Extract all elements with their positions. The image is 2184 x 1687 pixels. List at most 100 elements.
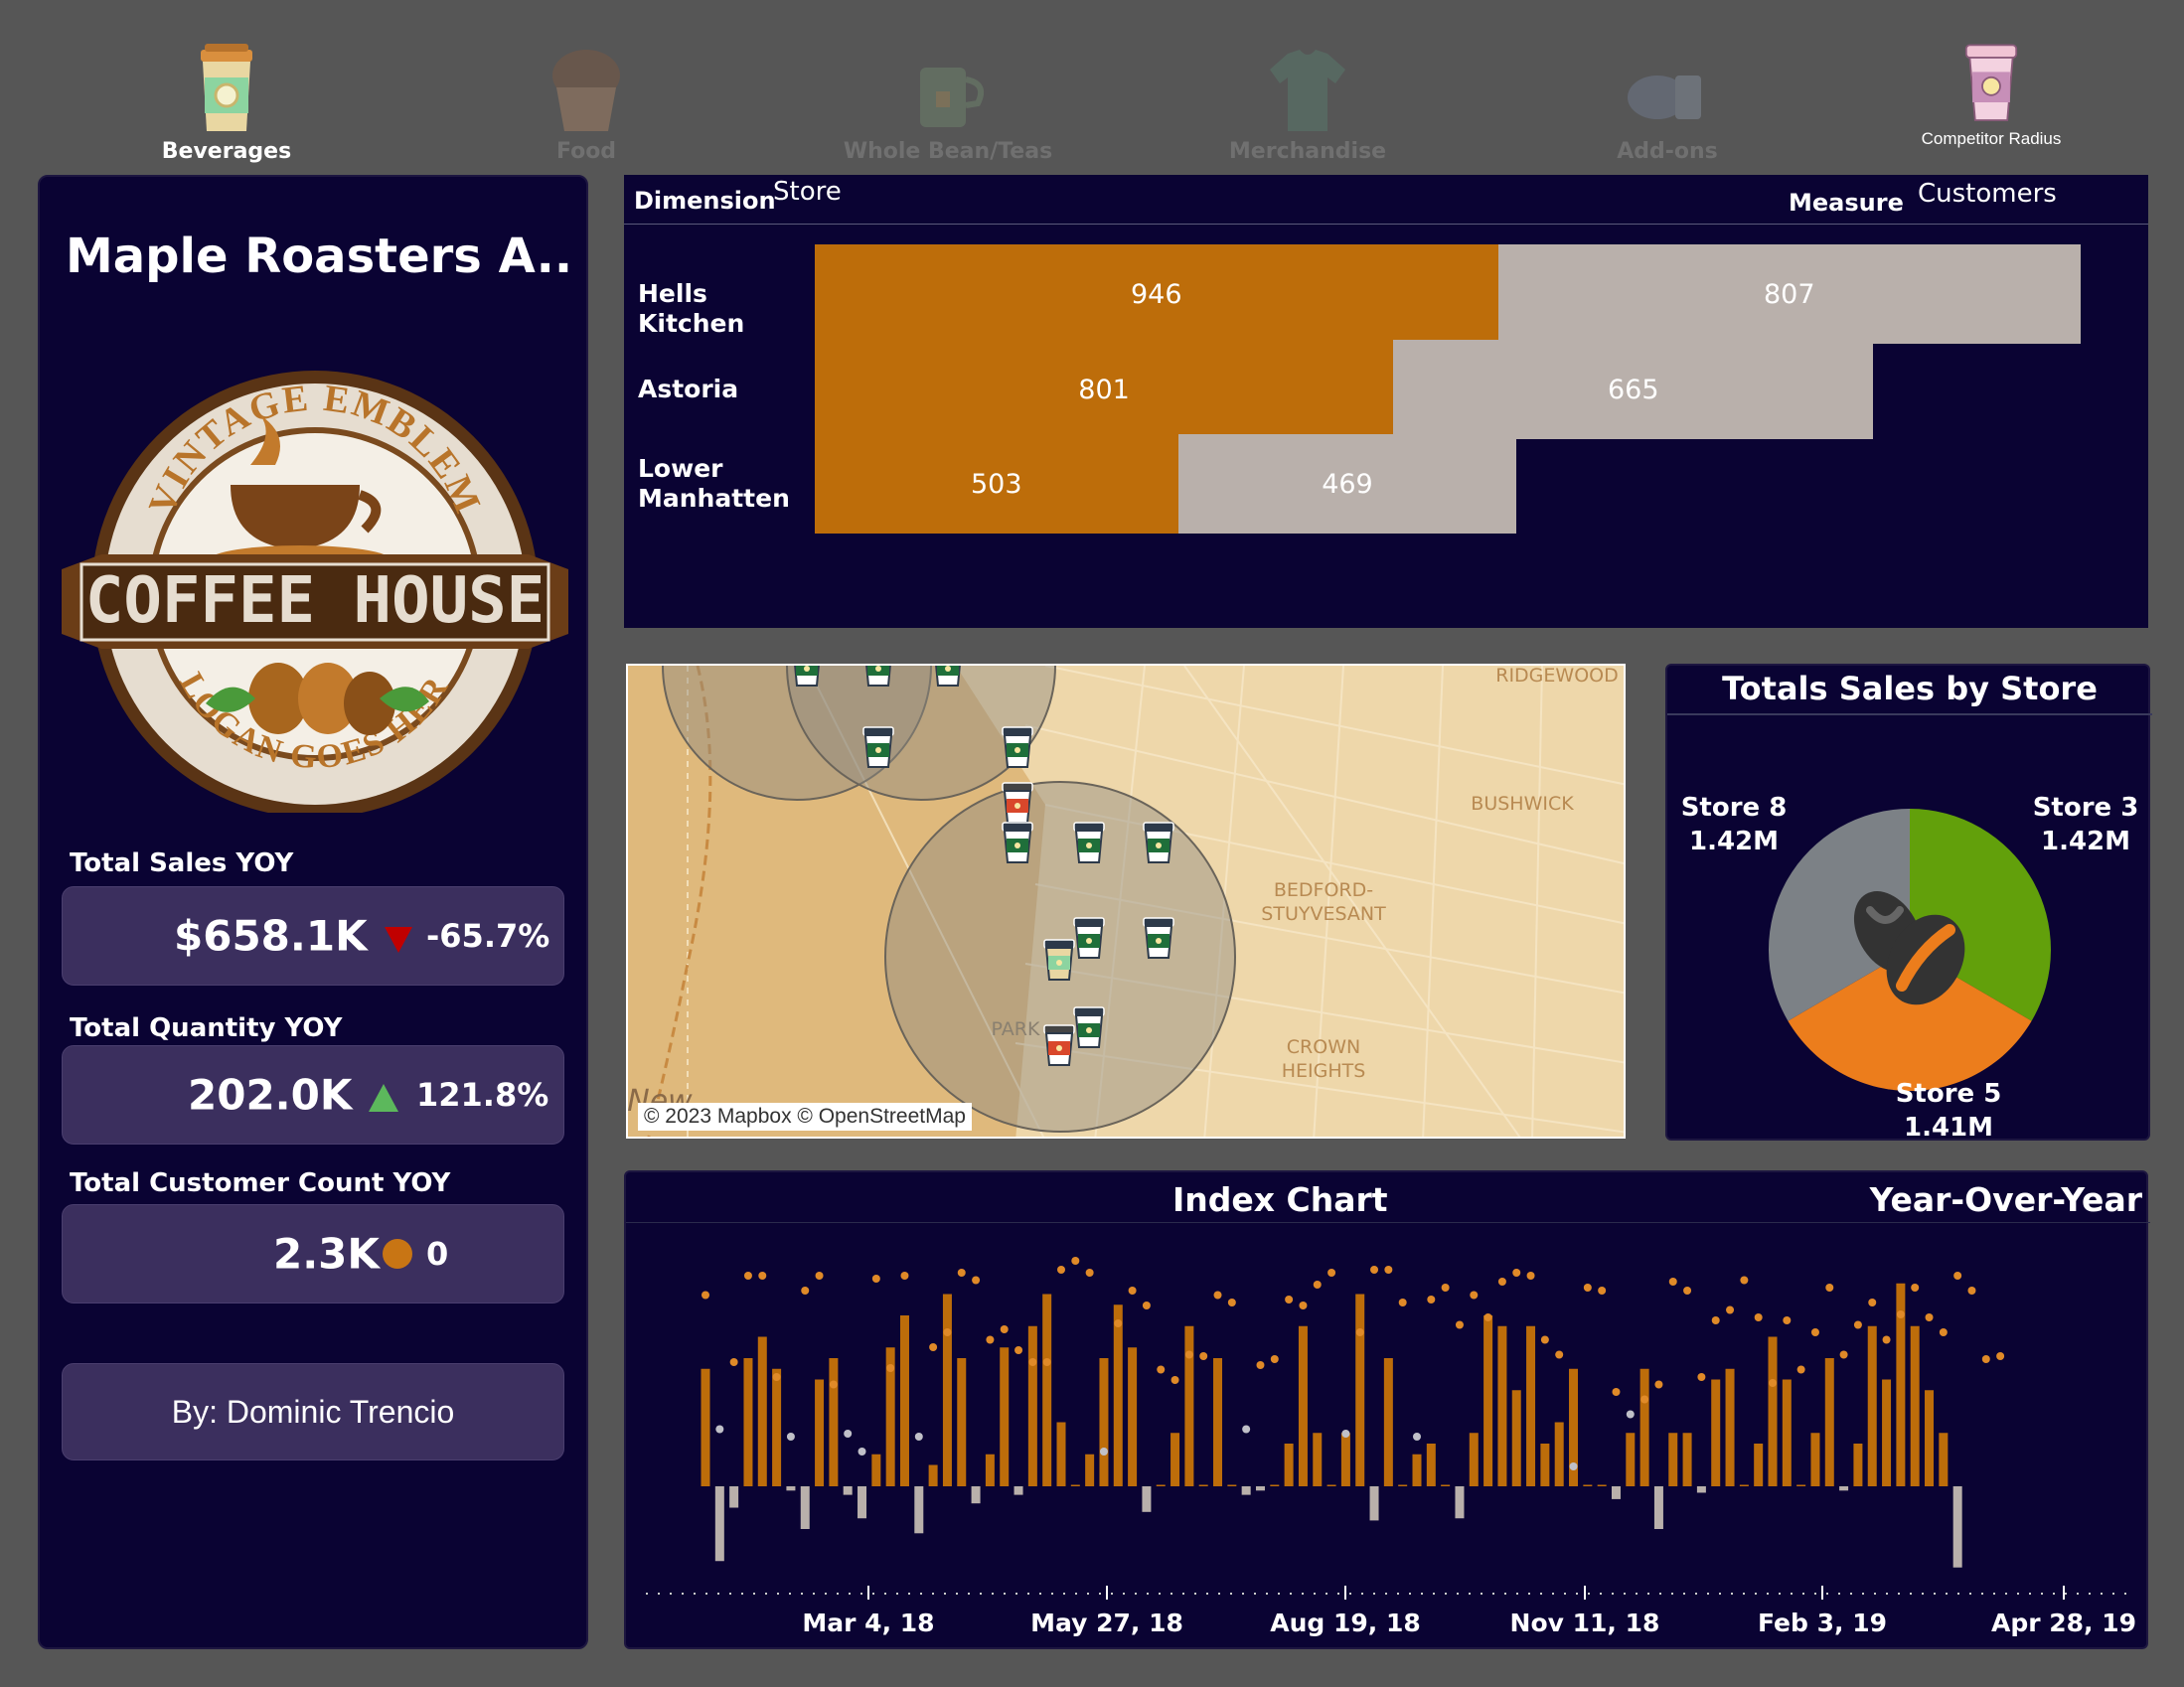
- index-bar[interactable]: [1398, 1484, 1408, 1487]
- index-bar[interactable]: [1426, 1444, 1436, 1486]
- index-bar[interactable]: [1227, 1484, 1237, 1487]
- index-bar[interactable]: [1383, 1358, 1393, 1486]
- index-bar[interactable]: [1000, 1347, 1010, 1486]
- coffee-pin-icon[interactable]: [863, 666, 893, 687]
- index-bar[interactable]: [1725, 1368, 1735, 1486]
- index-bar[interactable]: [1597, 1484, 1607, 1487]
- index-bar[interactable]: [1455, 1486, 1465, 1519]
- index-bar[interactable]: [1511, 1390, 1521, 1486]
- nav-item-add-ons[interactable]: Add-ons: [1518, 40, 1816, 169]
- bar-segment[interactable]: 946: [815, 244, 1498, 344]
- nav-item-beverages[interactable]: Beverages: [78, 40, 376, 169]
- index-bar[interactable]: [1910, 1325, 1920, 1486]
- index-bar[interactable]: [985, 1454, 995, 1486]
- index-bar[interactable]: [1340, 1433, 1350, 1486]
- coffee-pin-icon[interactable]: [1002, 726, 1033, 768]
- index-bar[interactable]: [1739, 1484, 1749, 1487]
- coffee-pin-icon[interactable]: [1043, 939, 1075, 981]
- index-bar[interactable]: [1255, 1486, 1265, 1491]
- index-bar[interactable]: [1824, 1358, 1834, 1486]
- index-bar[interactable]: [1952, 1486, 1962, 1568]
- bar-segment[interactable]: 469: [1177, 434, 1517, 534]
- index-bar[interactable]: [1270, 1484, 1280, 1487]
- index-bar[interactable]: [942, 1294, 952, 1487]
- index-bar[interactable]: [1241, 1486, 1251, 1495]
- index-bar[interactable]: [1696, 1486, 1706, 1493]
- index-bar[interactable]: [1014, 1486, 1023, 1495]
- coffee-pin-icon[interactable]: [933, 666, 963, 687]
- index-bar[interactable]: [729, 1486, 739, 1508]
- coffee-pin-icon[interactable]: [1043, 1024, 1075, 1066]
- index-bar[interactable]: [899, 1315, 909, 1486]
- index-bar[interactable]: [1156, 1484, 1166, 1487]
- index-bar[interactable]: [1042, 1294, 1052, 1487]
- index-bar[interactable]: [1085, 1454, 1095, 1486]
- index-bar[interactable]: [1554, 1422, 1564, 1487]
- index-bar[interactable]: [1142, 1486, 1152, 1512]
- coffee-pin-icon[interactable]: [1143, 917, 1174, 959]
- nav-item-food[interactable]: Food: [437, 40, 735, 169]
- index-bar[interactable]: [1483, 1315, 1493, 1486]
- index-bar[interactable]: [1682, 1433, 1692, 1486]
- index-bar[interactable]: [1939, 1433, 1949, 1486]
- bar-segment[interactable]: 807: [1497, 244, 2081, 344]
- index-bar[interactable]: [1711, 1379, 1721, 1487]
- nav-item-whole-bean-teas[interactable]: Whole Bean/Teas: [799, 40, 1097, 169]
- coffee-pin-icon[interactable]: [792, 666, 822, 687]
- coffee-pin-icon[interactable]: [1143, 822, 1174, 863]
- bar-segment[interactable]: 665: [1393, 340, 1874, 439]
- index-bar[interactable]: [1583, 1484, 1593, 1487]
- index-bar[interactable]: [1653, 1486, 1663, 1529]
- index-bar[interactable]: [1882, 1379, 1892, 1487]
- index-bar[interactable]: [843, 1486, 853, 1495]
- index-bar[interactable]: [1540, 1444, 1550, 1486]
- index-bar[interactable]: [858, 1486, 867, 1519]
- index-bar[interactable]: [829, 1358, 839, 1486]
- index-bar[interactable]: [1639, 1368, 1649, 1486]
- bar-segment[interactable]: 503: [815, 434, 1178, 534]
- bar-segment[interactable]: 801: [815, 340, 1394, 439]
- index-bar[interactable]: [786, 1486, 796, 1491]
- index-bar[interactable]: [1497, 1325, 1507, 1486]
- index-bar[interactable]: [928, 1464, 938, 1487]
- index-bar[interactable]: [1298, 1325, 1308, 1486]
- competitor-map[interactable]: RIDGEWOOD BUSHWICK BEDFORD- STUYVESANT C…: [626, 664, 1626, 1139]
- index-bar[interactable]: [1782, 1379, 1792, 1487]
- index-bar[interactable]: [757, 1336, 767, 1487]
- index-bar[interactable]: [1128, 1347, 1138, 1486]
- index-bar[interactable]: [1810, 1433, 1820, 1486]
- index-bar[interactable]: [971, 1486, 981, 1504]
- index-bar[interactable]: [1526, 1325, 1536, 1486]
- index-bar[interactable]: [1441, 1484, 1451, 1487]
- index-bar[interactable]: [1611, 1486, 1621, 1499]
- index-bar[interactable]: [1355, 1294, 1365, 1487]
- index-bar[interactable]: [1198, 1484, 1208, 1487]
- index-bar[interactable]: [1369, 1486, 1379, 1521]
- index-bar[interactable]: [1853, 1444, 1863, 1486]
- index-bar[interactable]: [815, 1379, 825, 1487]
- index-bar[interactable]: [1668, 1433, 1678, 1486]
- index-bar[interactable]: [1099, 1358, 1109, 1486]
- index-bar[interactable]: [701, 1368, 710, 1486]
- index-bar[interactable]: [1768, 1336, 1778, 1487]
- index-bar[interactable]: [957, 1358, 967, 1486]
- coffee-pin-icon[interactable]: [1073, 917, 1105, 959]
- coffee-pin-icon[interactable]: [862, 726, 894, 768]
- index-bar[interactable]: [1626, 1433, 1636, 1486]
- index-bar[interactable]: [800, 1486, 810, 1529]
- index-bar[interactable]: [1070, 1484, 1080, 1487]
- index-bar[interactable]: [1213, 1358, 1223, 1486]
- index-bar[interactable]: [1925, 1390, 1935, 1486]
- index-bar[interactable]: [914, 1486, 924, 1534]
- coffee-pin-icon[interactable]: [1073, 1006, 1105, 1048]
- index-bar[interactable]: [1170, 1433, 1180, 1486]
- index-bar[interactable]: [1839, 1486, 1849, 1491]
- coffee-pin-icon[interactable]: [1002, 782, 1033, 824]
- index-bar[interactable]: [871, 1454, 881, 1486]
- index-bar[interactable]: [1056, 1422, 1066, 1487]
- index-bar[interactable]: [1313, 1433, 1323, 1486]
- coffee-pin-icon[interactable]: [1002, 822, 1033, 863]
- index-bar[interactable]: [1412, 1454, 1422, 1486]
- index-bar[interactable]: [772, 1368, 782, 1486]
- index-bar[interactable]: [743, 1358, 753, 1486]
